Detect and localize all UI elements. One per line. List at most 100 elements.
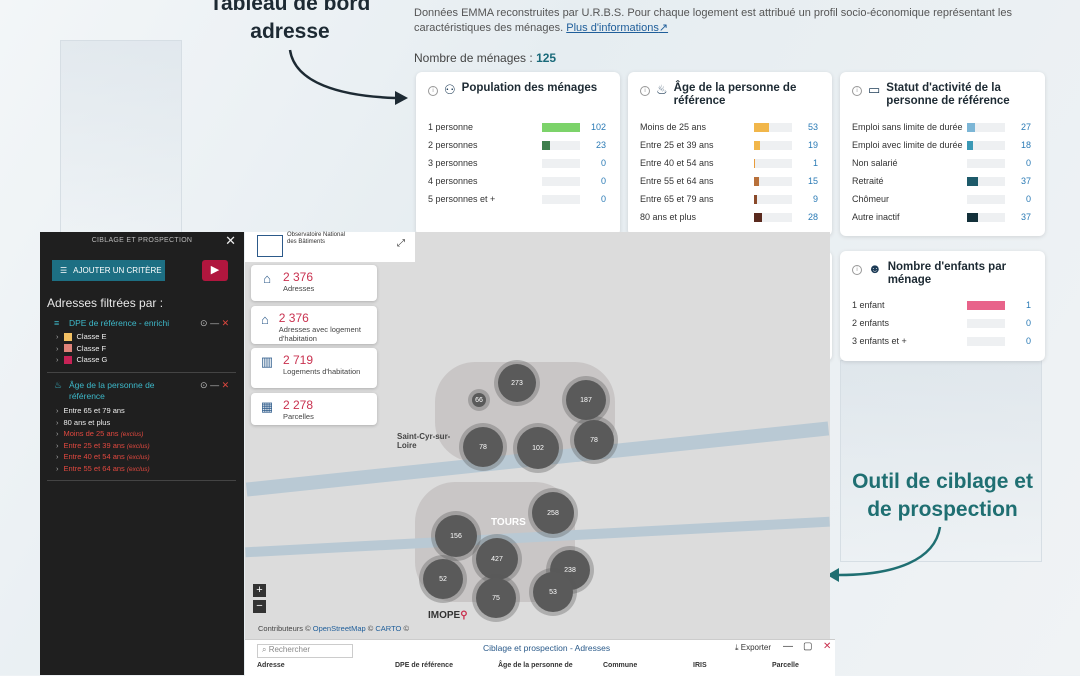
row-bar: [754, 176, 792, 186]
row-bar-fill: [967, 122, 976, 132]
row-value: 1: [1025, 300, 1031, 310]
criterion-item-label: Classe E: [76, 332, 107, 341]
card-row: Entre 25 et 39 ans 19: [640, 139, 818, 151]
remove-criterion-icon[interactable]: ✕: [222, 380, 230, 390]
imope-logo: IMOPE⚲: [428, 610, 468, 621]
map-cluster[interactable]: 156: [435, 515, 477, 557]
criterion-item[interactable]: › Classe F: [56, 344, 106, 353]
card-row: Autre inactif 37: [852, 211, 1031, 223]
map-cluster[interactable]: 78: [574, 420, 614, 460]
map-cluster[interactable]: 53: [533, 572, 573, 612]
zoom-out-button[interactable]: −: [253, 600, 266, 613]
close-icon[interactable]: ✕: [823, 641, 831, 652]
criterion-title[interactable]: Âge de la personne de référence: [69, 380, 189, 402]
criterion-item-label: Classe G: [76, 355, 108, 364]
people-icon: ⚇: [444, 82, 456, 97]
criterion-item[interactable]: › Classe E: [56, 332, 107, 341]
row-bar: [967, 176, 1005, 186]
chevron-right-icon: ›: [56, 417, 59, 427]
criterion-item-label: Entre 55 et 64 ans: [63, 463, 125, 473]
place-label-saint-cyr: Saint-Cyr-sur-Loire: [397, 432, 451, 450]
map-cluster[interactable]: 258: [532, 492, 574, 534]
map-cluster[interactable]: 78: [463, 427, 503, 467]
row-bar: [542, 122, 580, 132]
card-title: Âge de la personne de référence: [673, 82, 797, 107]
map-cluster[interactable]: 66: [472, 393, 486, 407]
card-row: Entre 55 et 64 ans 15: [640, 175, 818, 187]
minimize-icon[interactable]: —: [210, 318, 219, 328]
minimize-icon[interactable]: —: [210, 380, 219, 390]
card-row: 2 enfants 0: [852, 317, 1031, 329]
criterion-title[interactable]: DPE de référence - enrichi: [69, 318, 189, 329]
row-label: Entre 65 et 79 ans: [640, 194, 714, 204]
info-icon[interactable]: i: [852, 86, 862, 96]
table-column-header[interactable]: IRIS: [693, 662, 783, 670]
info-icon[interactable]: ⊙: [200, 380, 208, 390]
chevron-right-icon: ›: [56, 332, 59, 341]
criterion-item-label: Entre 65 et 79 ans: [63, 406, 125, 415]
criterion-item[interactable]: › Entre 55 et 64 ans (exclus): [56, 464, 150, 473]
row-label: Entre 55 et 64 ans: [640, 176, 714, 186]
criterion-item[interactable]: › Entre 25 et 39 ans (exclus): [56, 441, 150, 450]
table-column-header[interactable]: DPE de référence: [395, 662, 485, 670]
info-icon[interactable]: ⊙: [200, 318, 208, 328]
row-value: 9: [812, 194, 818, 204]
map-cluster[interactable]: 75: [476, 578, 516, 618]
remove-criterion-icon[interactable]: ✕: [222, 318, 230, 328]
osm-link[interactable]: OpenStreetMap: [313, 624, 366, 633]
criterion-item-label: Entre 40 et 54 ans: [63, 452, 125, 461]
chevron-right-icon: ›: [56, 452, 59, 461]
row-value: 0: [1025, 194, 1031, 204]
row-label: 5 personnes et +: [428, 194, 496, 204]
more-info-link[interactable]: Plus d'informations↗: [566, 22, 668, 34]
row-bar: [967, 318, 1005, 328]
map-cluster[interactable]: 187: [566, 380, 606, 420]
table-column-header[interactable]: Âge de la personne de: [498, 662, 588, 670]
criterion-item[interactable]: › 80 ans et plus: [56, 418, 110, 427]
households-count: Nombre de ménages : 125: [414, 51, 557, 65]
card-header: i ☻ Nombre d'enfants par ménage: [852, 261, 1035, 287]
row-label: Moins de 25 ans: [640, 122, 707, 132]
maximize-icon[interactable]: ▢: [803, 641, 812, 652]
map-cluster[interactable]: 427: [476, 538, 518, 580]
map-cluster[interactable]: 52: [423, 559, 463, 599]
table-panel-title: Ciblage et prospection - Adresses: [483, 643, 611, 653]
info-icon[interactable]: i: [852, 265, 862, 275]
add-criterion-button[interactable]: ☰ AJOUTER UN CRITÈRE: [52, 260, 165, 281]
row-bar-fill: [754, 176, 759, 186]
card-row: Emploi sans limite de durée 27: [852, 121, 1031, 133]
close-icon[interactable]: ✕: [225, 233, 236, 249]
table-column-header[interactable]: Adresse: [257, 662, 347, 670]
table-column-header[interactable]: Parcelle: [772, 662, 862, 670]
minimize-icon[interactable]: —: [783, 641, 793, 652]
row-label: Autre inactif: [852, 212, 900, 222]
table-column-header[interactable]: Commune: [603, 662, 693, 670]
row-label: Chômeur: [852, 194, 890, 204]
stat-value: 2 278: [283, 398, 314, 412]
map-stat-box: ▦ 2 278 Parcelles: [251, 393, 377, 425]
export-button[interactable]: ⤓ Exporter: [735, 643, 771, 653]
carto-link[interactable]: CARTO: [375, 624, 401, 633]
row-label: 80 ans et plus: [640, 212, 697, 222]
row-value: 28: [807, 212, 818, 222]
results-table-panel: ⌕ Rechercher Ciblage et prospection - Ad…: [245, 639, 835, 676]
criterion-item[interactable]: › Entre 65 et 79 ans: [56, 406, 125, 415]
map-cluster[interactable]: 102: [517, 427, 559, 469]
row-bar: [754, 212, 792, 222]
criterion-actions: ⊙ — ✕: [200, 380, 229, 391]
criterion-item[interactable]: › Moins de 25 ans (exclus): [56, 429, 143, 438]
dashboard-intro: Données EMMA reconstruites par U.R.B.S. …: [414, 7, 1012, 34]
table-search-input[interactable]: ⌕ Rechercher: [257, 644, 353, 658]
fullscreen-icon[interactable]: ⤢: [397, 238, 405, 249]
map-cluster[interactable]: 273: [498, 364, 536, 402]
zoom-in-button[interactable]: +: [253, 584, 266, 597]
row-label: 3 personnes: [428, 158, 478, 168]
info-icon[interactable]: i: [428, 86, 438, 96]
play-button[interactable]: ▶: [202, 260, 228, 281]
stat-card: i ♨ Âge de la personne de référence Moins…: [628, 72, 832, 236]
criterion-item[interactable]: › Entre 40 et 54 ans (exclus): [56, 452, 150, 461]
card-title: Nombre d'enfants par ménage: [887, 261, 1007, 286]
row-value: 0: [1025, 158, 1031, 168]
criterion-item[interactable]: › Classe G: [56, 355, 107, 364]
info-icon[interactable]: i: [640, 86, 650, 96]
